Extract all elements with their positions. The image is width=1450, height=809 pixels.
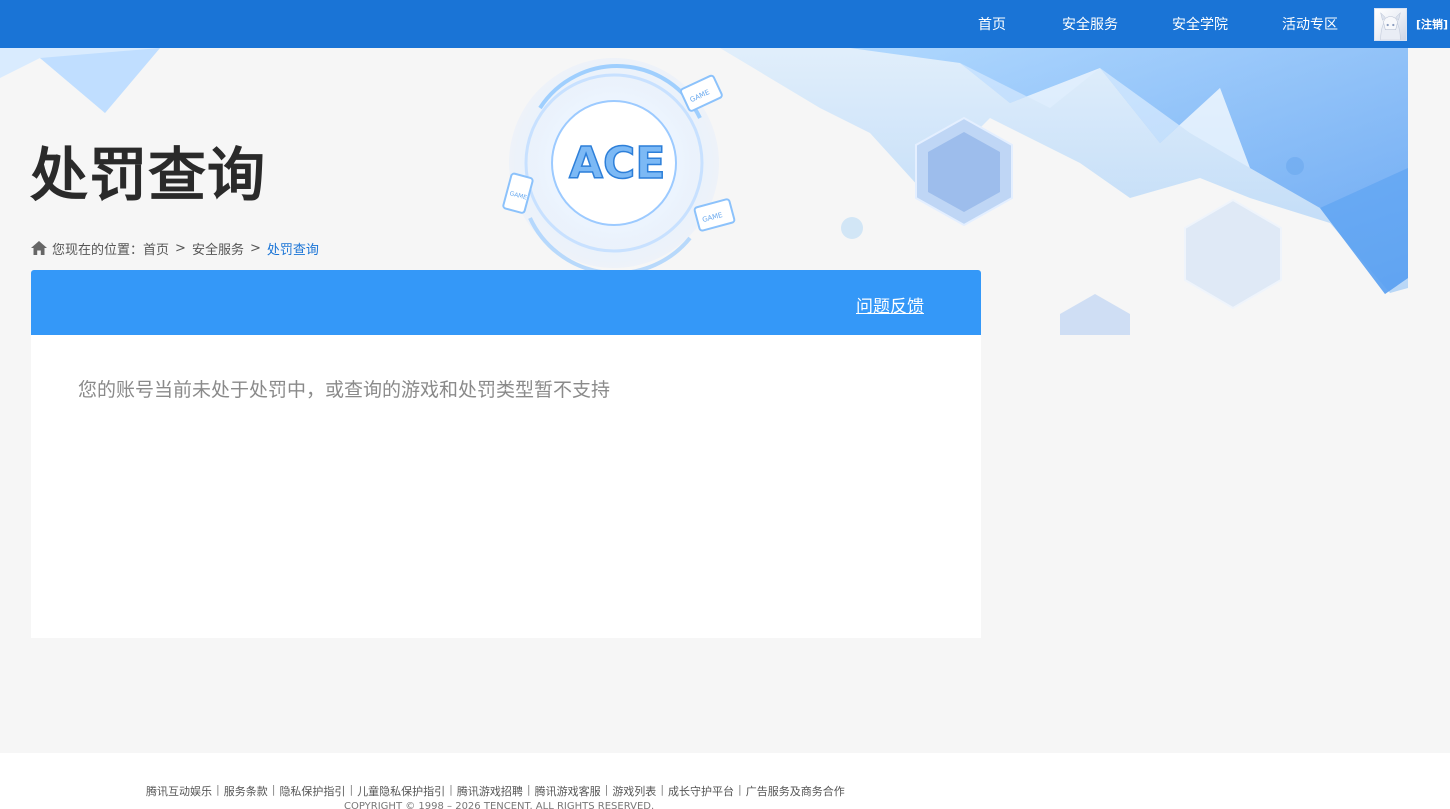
- footer-separator: |: [738, 783, 742, 796]
- nav-item-security-service[interactable]: 安全服务: [1062, 0, 1118, 48]
- footer-separator: |: [660, 783, 665, 796]
- feedback-link[interactable]: 问题反馈: [856, 292, 924, 317]
- avatar-image-icon: [1380, 11, 1401, 40]
- breadcrumb-prefix: 您现在的位置：: [52, 242, 144, 258]
- footer-separator: |: [449, 783, 453, 796]
- footer-separator: |: [271, 783, 276, 796]
- footer-link-ads[interactable]: 广告服务及商务合作: [746, 783, 845, 799]
- footer-link-support[interactable]: 腾讯游戏客服: [535, 783, 601, 799]
- page-title: 处罚查询: [30, 141, 267, 209]
- footer-separator: |: [216, 783, 220, 796]
- footer: 腾讯互动娱乐 | 服务条款 | 隐私保护指引 | 儿童隐私保护指引 | 腾讯游戏…: [0, 753, 1450, 809]
- nav-item-security-academy[interactable]: 安全学院: [1172, 0, 1228, 48]
- breadcrumb-separator: >: [175, 240, 186, 256]
- footer-separator: |: [349, 783, 354, 796]
- home-icon: [31, 241, 47, 255]
- footer-link-terms[interactable]: 服务条款: [224, 783, 268, 799]
- copyright: COPYRIGHT © 1998 – 2026 TENCENT. ALL RIG…: [344, 801, 655, 809]
- footer-links: 腾讯互动娱乐 | 服务条款 | 隐私保护指引 | 儿童隐私保护指引 | 腾讯游戏…: [146, 783, 845, 799]
- nav-item-events[interactable]: 活动专区: [1282, 0, 1338, 48]
- footer-link-tencent-ent[interactable]: 腾讯互动娱乐: [146, 783, 212, 799]
- breadcrumb: 您现在的位置： 首页 > 安全服务 > 处罚查询: [31, 238, 319, 258]
- breadcrumb-item-security-service[interactable]: 安全服务: [192, 239, 244, 258]
- ace-logo-text: ACE: [569, 138, 665, 189]
- panel-header: 问题反馈: [31, 270, 981, 335]
- footer-link-growth-guard[interactable]: 成长守护平台: [668, 783, 734, 799]
- result-message: 您的账号当前未处于处罚中，或查询的游戏和处罚类型暂不支持: [78, 379, 611, 401]
- breadcrumb-separator: >: [249, 240, 261, 256]
- breadcrumb-item-home[interactable]: 首页: [143, 239, 169, 258]
- nav-item-home[interactable]: 首页: [978, 0, 1006, 48]
- footer-link-jobs[interactable]: 腾讯游戏招聘: [457, 783, 523, 799]
- top-nav-bar: 首页 安全服务 安全学院 活动专区 [注销]: [0, 0, 1450, 48]
- logout-link[interactable]: [注销]: [1416, 0, 1448, 48]
- footer-link-child-privacy[interactable]: 儿童隐私保护指引: [357, 783, 445, 799]
- avatar[interactable]: [1374, 8, 1407, 41]
- footer-separator: |: [526, 783, 531, 796]
- panel-body: 您的账号当前未处于处罚中，或查询的游戏和处罚类型暂不支持: [31, 335, 981, 638]
- footer-separator: |: [604, 783, 609, 796]
- footer-link-game-list[interactable]: 游戏列表: [612, 783, 656, 799]
- breadcrumb-item-current: 处罚查询: [266, 242, 319, 258]
- footer-link-privacy[interactable]: 隐私保护指引: [279, 783, 345, 799]
